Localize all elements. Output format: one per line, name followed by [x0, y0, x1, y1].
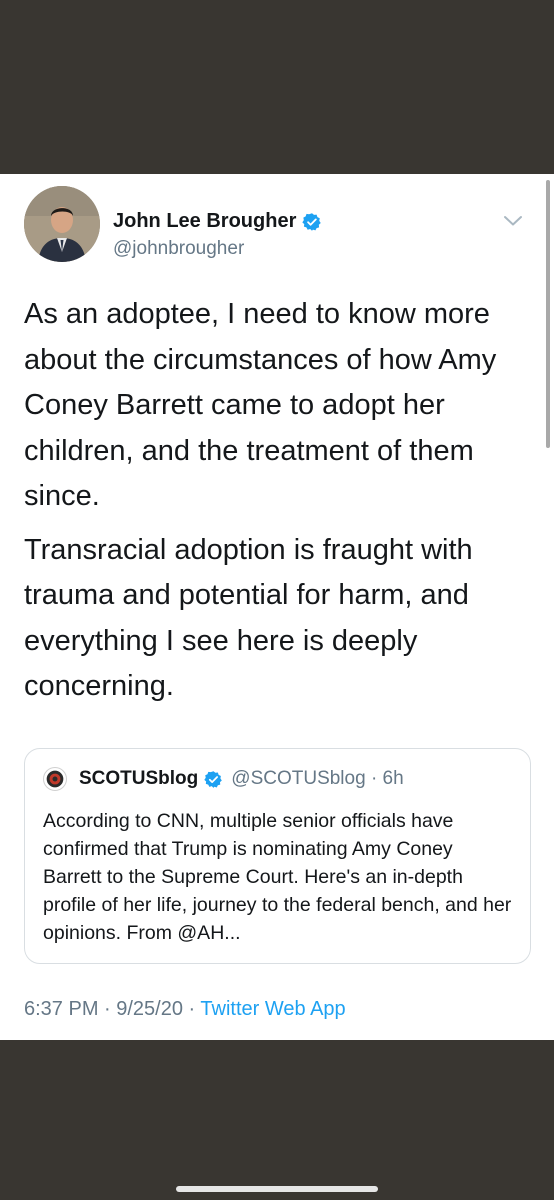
tweet-metadata: 6:37 PM · 9/25/20 · Twitter Web App	[24, 998, 346, 1021]
quoted-tweet-header: SCOTUSblog @SCOTUSblog · 6h	[43, 767, 404, 791]
scotusblog-logo-icon	[46, 770, 64, 788]
verified-badge-icon	[204, 770, 223, 788]
tweet-timestamp: 6:37 PM · 9/25/20 ·	[24, 998, 201, 1020]
quoted-avatar	[43, 767, 67, 791]
chevron-down-icon[interactable]	[502, 214, 524, 228]
scrollbar[interactable]	[546, 180, 550, 448]
quoted-tweet[interactable]: SCOTUSblog @SCOTUSblog · 6h According to…	[24, 748, 531, 964]
author-name-row: John Lee Brougher	[113, 210, 322, 233]
source-app-link[interactable]: Twitter Web App	[200, 998, 345, 1020]
author-name[interactable]: John Lee Brougher	[113, 210, 296, 233]
author-handle[interactable]: @johnbrougher	[113, 238, 244, 260]
avatar-portrait-icon	[24, 186, 100, 262]
tweet-header: John Lee Brougher @johnbrougher	[24, 186, 524, 266]
tweet-paragraph: As an adoptee, I need to know more about…	[24, 298, 497, 512]
top-dark-band	[0, 0, 554, 174]
tweet-body: As an adoptee, I need to know more about…	[24, 292, 530, 718]
avatar[interactable]	[24, 186, 100, 262]
verified-badge-icon	[302, 212, 322, 231]
quoted-tweet-text: According to CNN, multiple senior offici…	[43, 810, 512, 944]
tweet-card: John Lee Brougher @johnbrougher As an ad…	[0, 174, 554, 1040]
quoted-handle-time: @SCOTUSblog · 6h	[231, 768, 404, 789]
tweet-paragraph: Transracial adoption is fraught with tra…	[24, 533, 473, 703]
quoted-author-name: SCOTUSblog	[79, 768, 199, 789]
home-indicator[interactable]	[176, 1186, 378, 1192]
